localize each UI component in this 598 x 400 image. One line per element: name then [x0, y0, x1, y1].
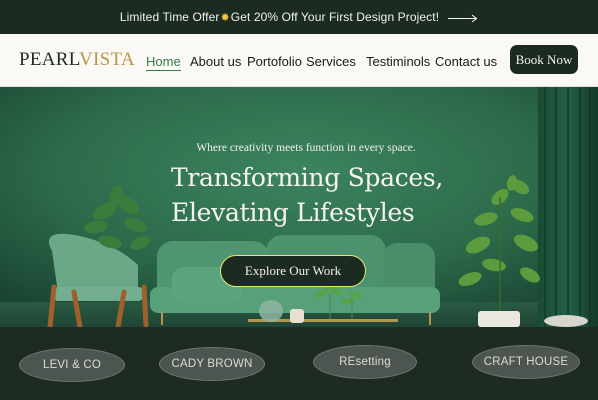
client-logos-strip: LEVI & CO CADY BROWN REsetting CRAFT HOU…: [0, 327, 598, 400]
explore-our-work-button[interactable]: Explore Our Work: [220, 255, 366, 287]
hero-headline: Transforming Spaces, Elevating Lifestyle…: [171, 160, 491, 230]
long-arrow-right-icon[interactable]: [448, 12, 478, 22]
nav-about-us[interactable]: About us: [190, 54, 241, 70]
client-logo-cady-brown: CADY BROWN: [159, 347, 265, 381]
hero-section: Where creativity meets function in every…: [0, 87, 598, 327]
hero-tagline: Where creativity meets function in every…: [196, 142, 416, 154]
site-header: PEARLVISTA Home About us Portofolio Serv…: [0, 34, 598, 87]
promo-bar: Limited Time Offer ✸ Get 20% Off Your Fi…: [0, 0, 598, 34]
nav-portfolio[interactable]: Portofolio: [247, 54, 302, 70]
nav-services[interactable]: Services: [306, 54, 356, 70]
sparkle-icon: ✸: [220, 11, 230, 24]
client-logo-resetting: REsetting: [313, 345, 417, 379]
promo-text-end: Get 20% Off Your First Design Project!: [230, 10, 440, 24]
nav-home[interactable]: Home: [146, 54, 181, 71]
client-logo-craft-house: CRAFT HOUSE: [472, 345, 580, 379]
book-now-button[interactable]: Book Now: [510, 45, 578, 74]
promo-text-start: Limited Time Offer: [119, 10, 220, 24]
hero-headline-line-1: Transforming Spaces,: [171, 163, 444, 192]
nav-contact-us[interactable]: Contact us: [435, 54, 497, 70]
nav-testimonials[interactable]: Testiminols: [366, 54, 430, 70]
logo-part-vista: VISTA: [78, 49, 135, 70]
client-logo-levi-co: LEVI & CO: [19, 348, 125, 382]
logo-part-pearl: PEARL: [19, 49, 79, 70]
hero-headline-line-2: Elevating Lifestyles: [171, 198, 415, 227]
brand-logo[interactable]: PEARLVISTA: [19, 49, 135, 71]
